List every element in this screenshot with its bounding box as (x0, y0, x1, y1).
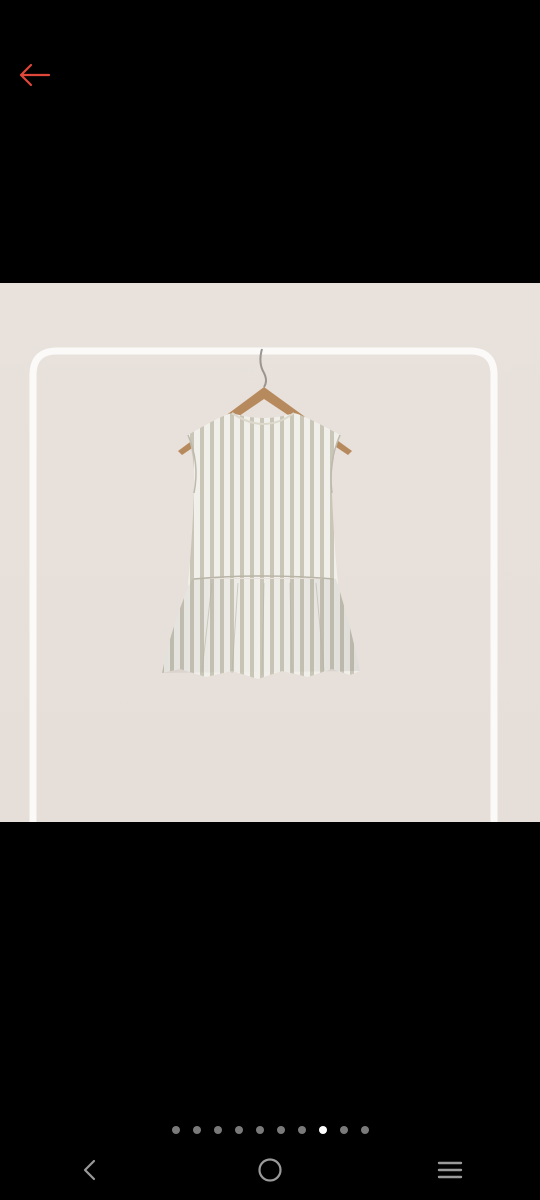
system-menu-button[interactable] (420, 1145, 480, 1195)
menu-lines-icon (437, 1161, 463, 1179)
system-home-button[interactable] (240, 1145, 300, 1195)
pager-dot[interactable] (360, 1126, 369, 1134)
pager-dot[interactable] (171, 1126, 180, 1134)
pager-dot[interactable] (234, 1126, 243, 1134)
pager-dot[interactable] (255, 1126, 264, 1134)
chevron-left-icon (83, 1159, 96, 1181)
product-image[interactable] (0, 283, 540, 822)
pager-dot[interactable] (297, 1126, 306, 1134)
circle-home-icon (258, 1158, 282, 1182)
back-button[interactable] (14, 58, 54, 92)
pager-dot[interactable] (276, 1126, 285, 1134)
pager-dot[interactable] (318, 1126, 327, 1134)
arrow-left-icon (19, 63, 51, 87)
blouse (188, 413, 340, 588)
pager-dot[interactable] (192, 1126, 201, 1134)
system-back-button[interactable] (60, 1145, 120, 1195)
pager-dot[interactable] (339, 1126, 348, 1134)
pager-dot[interactable] (213, 1126, 222, 1134)
system-navigation-bar (0, 1140, 540, 1200)
image-pager (0, 1124, 540, 1136)
